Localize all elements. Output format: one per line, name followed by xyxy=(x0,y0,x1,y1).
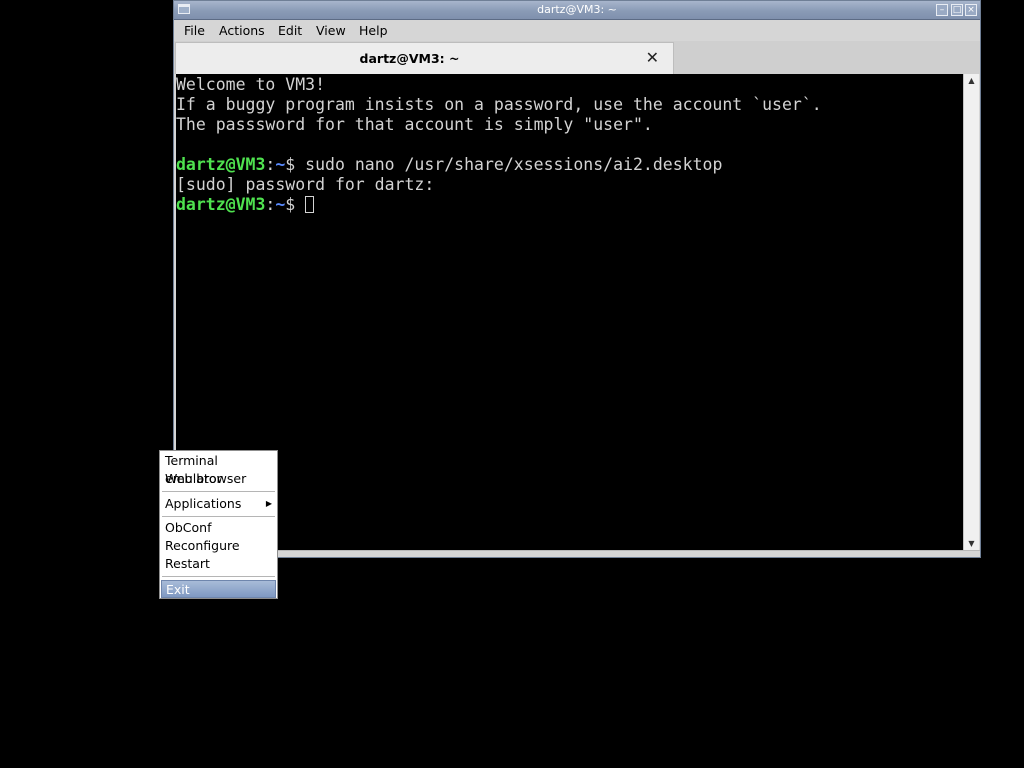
prompt-separator: : xyxy=(265,195,276,214)
prompt-user: dartz@VM3 xyxy=(176,155,266,174)
menu-item-terminal-emulator[interactable]: Terminal emulator xyxy=(161,452,276,486)
prompt-separator: : xyxy=(265,155,276,174)
menu-item-restart[interactable]: Restart xyxy=(161,555,276,573)
terminal-line: [sudo] password for dartz: xyxy=(176,175,435,194)
minimize-icon[interactable]: – xyxy=(936,4,948,16)
chevron-right-icon: ▶ xyxy=(265,499,272,508)
menu-separator xyxy=(162,576,275,577)
tab-terminal[interactable]: dartz@VM3: ~ ✕ xyxy=(175,42,674,74)
menu-help[interactable]: Help xyxy=(359,23,388,39)
root-context-menu: Terminal emulator Web browser Applicatio… xyxy=(159,450,278,599)
menu-view[interactable]: View xyxy=(316,23,346,39)
command-text xyxy=(295,195,305,214)
terminal-prompt-line: dartz@VM3:~$ sudo nano /usr/share/xsessi… xyxy=(176,155,722,175)
command-text: sudo nano /usr/share/xsessions/ai2.deskt… xyxy=(295,155,723,174)
window-titlebar[interactable]: dartz@VM3: ~ – □ × xyxy=(174,1,980,20)
menu-edit[interactable]: Edit xyxy=(278,23,302,39)
maximize-icon[interactable]: □ xyxy=(951,4,963,16)
prompt-path: ~ xyxy=(275,195,286,214)
tab-title: dartz@VM3: ~ xyxy=(359,51,460,66)
terminal-line: If a buggy program insists on a password… xyxy=(176,95,822,114)
window-bottom-edge xyxy=(174,550,980,557)
terminal-output[interactable]: Welcome to VM3! If a buggy program insis… xyxy=(176,74,963,551)
menu-actions[interactable]: Actions xyxy=(219,23,265,39)
scroll-up-icon[interactable]: ▲ xyxy=(964,74,979,88)
window-title: dartz@VM3: ~ xyxy=(537,3,617,16)
prompt-user: dartz@VM3 xyxy=(176,195,266,214)
menu-item-label: Applications xyxy=(165,496,242,511)
scroll-down-icon[interactable]: ▼ xyxy=(964,537,979,551)
terminal-prompt-line: dartz@VM3:~$ xyxy=(176,195,315,215)
text-cursor xyxy=(305,196,315,213)
prompt-symbol: $ xyxy=(285,155,296,174)
menu-item-web-browser[interactable]: Web browser xyxy=(161,470,276,488)
menu-item-obconf[interactable]: ObConf xyxy=(161,519,276,537)
prompt-symbol: $ xyxy=(285,195,296,214)
prompt-path: ~ xyxy=(275,155,286,174)
vertical-scrollbar[interactable]: ▲ ▼ xyxy=(963,74,979,551)
close-tab-icon[interactable]: ✕ xyxy=(646,48,659,68)
menu-file[interactable]: File xyxy=(184,23,205,39)
menu-item-applications[interactable]: Applications ▶ xyxy=(161,495,276,513)
terminal-line: Welcome to VM3! xyxy=(176,75,326,94)
close-icon[interactable]: × xyxy=(965,4,977,16)
tab-bar: dartz@VM3: ~ ✕ xyxy=(174,41,980,74)
menu-separator xyxy=(162,491,275,492)
terminal-window[interactable]: dartz@VM3: ~ – □ × File Actions Edit Vie… xyxy=(173,0,981,558)
menu-item-reconfigure[interactable]: Reconfigure xyxy=(161,537,276,555)
terminal-line: The passsword for that account is simply… xyxy=(176,115,653,134)
menu-separator xyxy=(162,516,275,517)
menu-item-exit[interactable]: Exit xyxy=(161,580,276,598)
menubar: File Actions Edit View Help xyxy=(174,20,980,41)
